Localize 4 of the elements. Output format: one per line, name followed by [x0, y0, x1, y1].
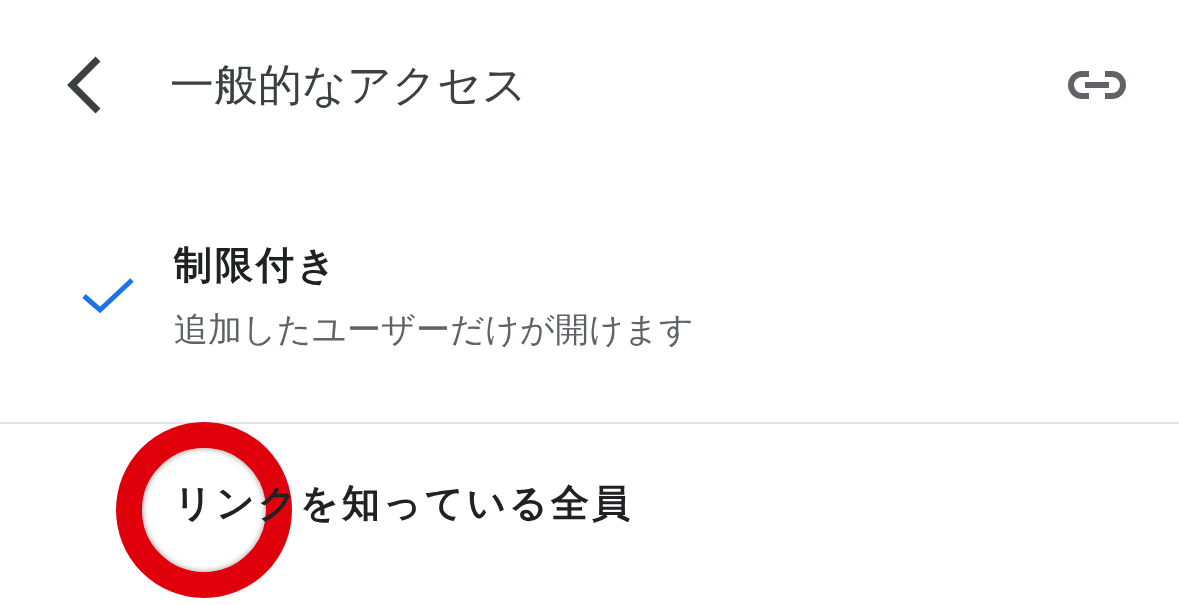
link-icon[interactable] [1067, 70, 1127, 100]
option-title[interactable]: 制限付き [174, 241, 694, 291]
page-title: 一般的なアクセス [170, 58, 528, 112]
option-description: 追加したユーザーだけが開けます [174, 307, 694, 351]
